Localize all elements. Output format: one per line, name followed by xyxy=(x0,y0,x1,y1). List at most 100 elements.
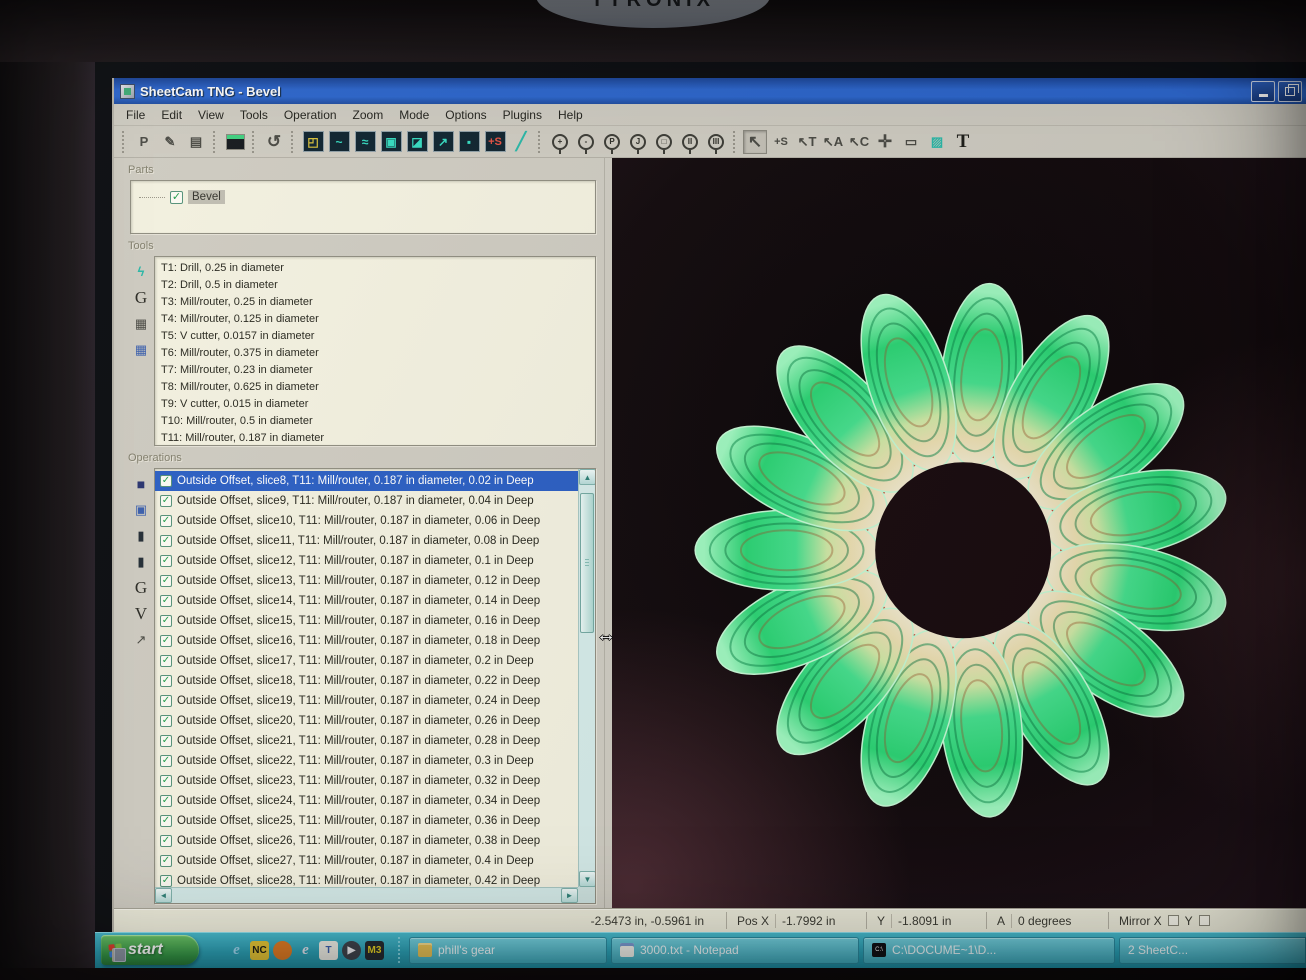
zoom-material-button[interactable]: III xyxy=(704,130,728,154)
tool-item[interactable]: T5: V cutter, 0.0157 in diameter xyxy=(161,328,595,345)
title-bar[interactable]: SheetCam TNG - Bevel xyxy=(114,78,1306,104)
tool-item[interactable]: T7: Mill/router, 0.23 in diameter xyxy=(161,362,595,379)
operations-vertical-scrollbar[interactable]: ▲ ▼ xyxy=(578,469,595,887)
mx-icon[interactable]: M3 xyxy=(365,941,384,960)
panel-splitter[interactable] xyxy=(604,158,612,908)
new-job-button[interactable]: P xyxy=(132,130,156,154)
print-button[interactable]: ▤ xyxy=(184,130,208,154)
operation-row[interactable]: ✓Outside Offset, slice19, T11: Mill/rout… xyxy=(155,691,578,711)
tool-table-blue-icon[interactable]: ▦ xyxy=(135,343,147,357)
edit-path-button[interactable]: ≈ xyxy=(353,130,377,154)
operation-row[interactable]: ✓Outside Offset, slice26, T11: Mill/rout… xyxy=(155,831,578,851)
operation-checkbox[interactable]: ✓ xyxy=(160,475,172,487)
operation-row[interactable]: ✓Outside Offset, slice21, T11: Mill/rout… xyxy=(155,731,578,751)
zoom-part-button[interactable]: P xyxy=(600,130,624,154)
menu-tools[interactable]: Tools xyxy=(232,106,276,124)
operation-checkbox[interactable]: ✓ xyxy=(160,835,172,847)
operation-checkbox[interactable]: ✓ xyxy=(160,615,172,627)
operation-row[interactable]: ✓Outside Offset, slice15, T11: Mill/rout… xyxy=(155,611,578,631)
nc-icon[interactable]: NC xyxy=(250,941,269,960)
firefox-icon[interactable] xyxy=(273,941,292,960)
gcode-icon[interactable]: G xyxy=(135,581,147,595)
operation-row[interactable]: ✓Outside Offset, slice11, T11: Mill/rout… xyxy=(155,531,578,551)
tool-item[interactable]: T8: Mill/router, 0.625 in diameter xyxy=(161,379,595,396)
zoom-in-button[interactable]: + xyxy=(548,130,572,154)
notes-icon[interactable]: T xyxy=(319,941,338,960)
task-sheetcam[interactable]: 2 SheetC... xyxy=(1119,937,1306,964)
minimize-button[interactable] xyxy=(1251,81,1275,102)
operation-row[interactable]: ✓Outside Offset, slice23, T11: Mill/rout… xyxy=(155,771,578,791)
measure-button[interactable]: ▨ xyxy=(925,130,949,154)
operation-checkbox[interactable]: ✓ xyxy=(160,715,172,727)
toolpath-icon[interactable]: ■ xyxy=(137,477,145,491)
operation-checkbox[interactable]: ✓ xyxy=(160,595,172,607)
scroll-down-button[interactable]: ▼ xyxy=(579,871,596,887)
operation-row[interactable]: ✓Outside Offset, slice10, T11: Mill/rout… xyxy=(155,511,578,531)
tool-item[interactable]: T3: Mill/router, 0.25 in diameter xyxy=(161,294,595,311)
zoom-out-button[interactable]: - xyxy=(574,130,598,154)
scroll-left-button[interactable]: ◄ xyxy=(155,888,172,903)
jet-cutting-button[interactable]: ↗ xyxy=(431,130,455,154)
menu-mode[interactable]: Mode xyxy=(391,106,437,124)
operation-row[interactable]: ✓Outside Offset, slice14, T11: Mill/rout… xyxy=(155,591,578,611)
tool-item[interactable]: T2: Drill, 0.5 in diameter xyxy=(161,277,595,294)
task-phills-gear[interactable]: phill's gear xyxy=(409,937,607,964)
task-notepad[interactable]: 3000.txt - Notepad xyxy=(611,937,859,964)
tool-item[interactable]: T10: Mill/router, 0.5 in diameter xyxy=(161,413,595,430)
mirror-y-checkbox[interactable] xyxy=(1199,915,1210,926)
post-process-button[interactable] xyxy=(223,130,247,154)
plot-pen-button[interactable]: ╱ xyxy=(509,130,533,154)
tool-item[interactable]: T6: Mill/router, 0.375 in diameter xyxy=(161,345,595,362)
operation-checkbox[interactable]: ✓ xyxy=(160,635,172,647)
select-start-points-button[interactable]: ↖A xyxy=(821,130,845,154)
outside-offset-button[interactable]: ▣ xyxy=(379,130,403,154)
tool-item[interactable]: T11: Mill/router, 0.187 in diameter xyxy=(161,430,595,447)
plasma-tool-icon[interactable]: ϟ xyxy=(138,265,145,279)
scroll-right-button[interactable]: ► xyxy=(561,888,578,903)
operation-checkbox[interactable]: ✓ xyxy=(160,795,172,807)
tool-table-icon[interactable]: ▦ xyxy=(135,317,147,331)
zoom-job-button[interactable]: J xyxy=(626,130,650,154)
undo-button[interactable]: ↺ xyxy=(262,130,286,154)
tools-list[interactable]: T1: Drill, 0.25 in diameterT2: Drill, 0.… xyxy=(154,256,596,446)
drill-bit-icon[interactable]: ▮ xyxy=(137,529,144,543)
operation-row[interactable]: ✓Outside Offset, slice17, T11: Mill/rout… xyxy=(155,651,578,671)
tool-item[interactable]: T9: V cutter, 0.015 in diameter xyxy=(161,396,595,413)
operation-row[interactable]: ✓Outside Offset, slice28, T11: Mill/rout… xyxy=(155,871,578,887)
tool-item[interactable]: T1: Drill, 0.25 in diameter xyxy=(161,260,595,277)
offset-spiral-icon[interactable]: ▣ xyxy=(135,503,147,517)
path-rules-button[interactable]: ~ xyxy=(327,130,351,154)
operation-checkbox[interactable]: ✓ xyxy=(160,855,172,867)
zoom-machine-button[interactable]: II xyxy=(678,130,702,154)
select-contours-button[interactable]: ↖C xyxy=(847,130,871,154)
operation-row[interactable]: ✓Outside Offset, slice24, T11: Mill/rout… xyxy=(155,791,578,811)
ie-icon[interactable]: e xyxy=(227,941,246,960)
operation-row[interactable]: ✓Outside Offset, slice16, T11: Mill/rout… xyxy=(155,631,578,651)
menu-operation[interactable]: Operation xyxy=(276,106,345,124)
operation-row[interactable]: ✓Outside Offset, slice18, T11: Mill/rout… xyxy=(155,671,578,691)
explorer-icon[interactable]: e xyxy=(296,941,315,960)
operation-checkbox[interactable]: ✓ xyxy=(160,775,172,787)
task-cmd[interactable]: C:\C:\DOCUME~1\D... xyxy=(863,937,1115,964)
move-path-icon[interactable]: ↗ xyxy=(136,633,147,647)
edit-drawing-button[interactable]: ✎ xyxy=(158,130,182,154)
media-player-icon[interactable]: ▶ xyxy=(342,941,361,960)
menu-edit[interactable]: Edit xyxy=(153,106,190,124)
parts-list[interactable]: ✓ Bevel xyxy=(130,180,596,234)
part-checkbox[interactable]: ✓ xyxy=(170,191,183,204)
add-slice-button[interactable]: +S xyxy=(483,130,507,154)
scroll-up-button[interactable]: ▲ xyxy=(579,469,596,485)
operation-row[interactable]: ✓Outside Offset, slice9, T11: Mill/route… xyxy=(155,491,578,511)
part-item-bevel[interactable]: ✓ Bevel xyxy=(131,188,595,206)
restore-button[interactable] xyxy=(1278,81,1302,102)
operation-checkbox[interactable]: ✓ xyxy=(160,675,172,687)
resize-part-button[interactable]: ▭ xyxy=(899,130,923,154)
operation-row[interactable]: ✓Outside Offset, slice12, T11: Mill/rout… xyxy=(155,551,578,571)
operation-row[interactable]: ✓Outside Offset, slice25, T11: Mill/rout… xyxy=(155,811,578,831)
select-tabs-button[interactable]: ↖T xyxy=(795,130,819,154)
drawing-canvas[interactable]: ↔ xyxy=(612,158,1306,908)
operation-row[interactable]: ✓Outside Offset, slice22, T11: Mill/rout… xyxy=(155,751,578,771)
vcarve-icon[interactable]: V xyxy=(135,607,147,621)
import-drawing-button[interactable]: ◰ xyxy=(301,130,325,154)
operation-checkbox[interactable]: ✓ xyxy=(160,755,172,767)
